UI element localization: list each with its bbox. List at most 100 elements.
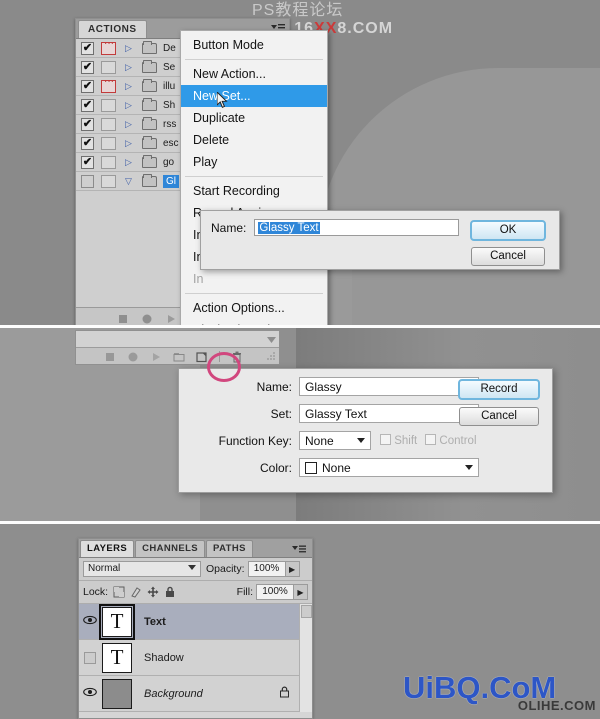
layers-tab-bar: LAYERS CHANNELS PATHS [79,539,312,558]
new-action-fkey-select[interactable]: None [299,431,371,450]
disclosure-triangle-icon[interactable]: ▷ [125,62,139,73]
eye-visibility-icon[interactable] [79,687,101,700]
menu-item-start-recording[interactable]: Start Recording [181,180,327,202]
action-modal-toggle[interactable] [101,136,116,150]
lock-all-icon[interactable] [164,586,176,598]
action-enable-checkbox[interactable] [81,174,94,188]
tab-channels[interactable]: CHANNELS [135,540,206,557]
new-action-name-input[interactable]: Glassy [299,377,479,396]
action-set-name: Gl [163,174,179,188]
control-checkbox-wrap[interactable]: Control [425,434,477,447]
menu-item-duplicate[interactable]: Duplicate [181,107,327,129]
action-modal-toggle[interactable] [101,60,116,74]
tab-layers[interactable]: LAYERS [80,540,135,557]
tab-paths[interactable]: PATHS [206,540,253,557]
layer-thumbnail[interactable] [102,678,132,709]
new-set-name-input[interactable]: Glassy Text [254,219,460,236]
disclosure-triangle-icon[interactable]: ▷ [125,138,139,149]
cancel-button[interactable]: Cancel [471,247,545,266]
action-enable-checkbox[interactable]: ✔ [81,136,94,150]
fill-stepper-icon[interactable]: ▶ [294,584,308,600]
control-checkbox[interactable] [425,434,437,445]
disclosure-triangle-icon[interactable]: ▷ [125,100,139,111]
action-enable-checkbox[interactable]: ✔ [81,60,94,74]
new-action-icon[interactable] [196,350,208,363]
menu-item-play[interactable]: Play [181,151,327,173]
panel-menu-icon[interactable] [292,543,306,555]
action-enable-checkbox[interactable]: ✔ [81,79,94,93]
lock-position-icon[interactable] [147,586,159,598]
blend-mode-select[interactable]: Normal [83,561,201,577]
action-modal-toggle[interactable] [101,174,116,188]
record-button[interactable]: Record [458,379,540,400]
action-modal-toggle[interactable] [101,98,116,112]
action-modal-toggle[interactable] [101,38,116,55]
disclosure-triangle-icon[interactable]: ▽ [125,176,139,187]
menu-item-action-options[interactable]: Action Options... [181,297,327,319]
folder-icon [142,154,157,168]
opacity-input[interactable]: 100% [247,561,286,577]
new-action-color-row: Color: None [179,458,552,477]
layer-name: Shadow [144,651,184,664]
stop-icon[interactable] [104,350,116,362]
fill-input[interactable]: 100% [256,584,294,600]
tab-actions[interactable]: ACTIONS [78,20,147,38]
menu-item-button-mode[interactable]: Button Mode [181,34,327,56]
menu-item-in[interactable]: In [181,268,327,290]
play-icon[interactable] [150,350,162,362]
action-enable-checkbox[interactable]: ✔ [81,117,94,131]
new-action-fkey-row: Function Key: None Shift Control [179,431,552,450]
action-set-name: rss [163,118,177,130]
layer-row[interactable]: T Shadow [79,640,312,676]
action-modal-toggle[interactable] [101,76,116,93]
action-modal-toggle[interactable] [101,155,116,169]
action-set-name: Sh [163,99,176,111]
disclosure-triangle-icon[interactable]: ▷ [125,157,139,168]
record-icon[interactable] [141,312,153,324]
action-enable-checkbox[interactable]: ✔ [81,155,94,169]
layer-thumbnail[interactable]: T [102,642,132,673]
mouse-cursor-icon [216,90,229,110]
ok-button[interactable]: OK [470,220,546,241]
scroll-up-icon[interactable] [300,605,312,618]
cancel-button[interactable]: Cancel [459,407,539,426]
lock-transparent-icon[interactable] [113,586,125,598]
new-set-folder-icon[interactable] [173,350,185,362]
menu-item-new-set[interactable]: New Set... [181,85,327,107]
layers-scrollbar[interactable] [299,604,312,712]
eye-visibility-icon[interactable] [79,615,101,628]
lock-image-icon[interactable] [130,586,142,598]
disclosure-triangle-icon[interactable]: ▷ [125,119,139,130]
resize-grip-icon[interactable] [267,347,276,365]
action-enable-checkbox[interactable]: ✔ [81,41,94,55]
new-action-color-value: None [322,460,351,475]
action-enable-checkbox[interactable]: ✔ [81,98,94,112]
shift-checkbox-wrap[interactable]: Shift [380,434,417,447]
shift-checkbox[interactable] [380,434,391,445]
disclosure-triangle-icon[interactable]: ▷ [125,43,139,54]
blend-mode-value: Normal [88,563,121,574]
opacity-stepper-icon[interactable]: ▶ [285,561,300,577]
actions-context-menu[interactable]: Button Mode New Action... New Set... Duplic… [180,30,328,327]
new-action-set-select[interactable]: Glassy Text [299,404,479,423]
lock-label: Lock: [83,586,109,598]
new-action-color-label: Color: [259,460,292,475]
layer-row[interactable]: T Text [79,603,312,640]
record-icon[interactable] [127,350,139,362]
chevron-down-icon [465,465,473,470]
layer-thumbnail[interactable]: T [99,603,135,640]
menu-item-delete[interactable]: Delete [181,129,327,151]
eye-visibility-icon[interactable] [79,651,101,664]
folder-icon [142,78,157,92]
action-modal-toggle[interactable] [101,117,116,131]
stop-icon[interactable] [117,312,129,324]
disclosure-triangle-icon[interactable]: ▷ [125,81,139,92]
scroll-down-icon[interactable] [266,333,277,347]
shift-label: Shift [394,435,418,447]
layer-row[interactable]: Background [79,676,312,712]
play-icon[interactable] [165,312,177,324]
layers-list[interactable]: T Text T Shadow Background [79,603,312,712]
new-action-color-select[interactable]: None [299,458,479,477]
menu-item-new-action[interactable]: New Action... [181,63,327,85]
folder-icon [142,59,157,73]
